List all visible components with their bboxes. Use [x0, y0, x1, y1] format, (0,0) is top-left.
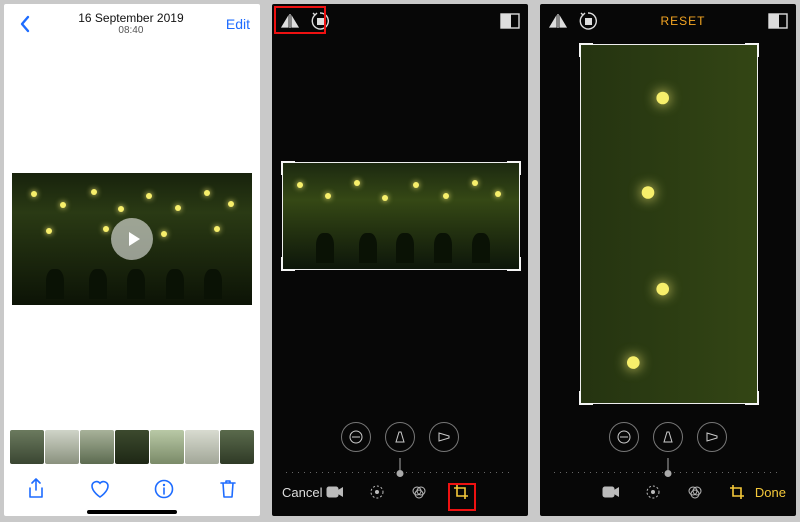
crop-handle[interactable] [745, 391, 759, 405]
filters-tab-icon[interactable] [409, 482, 429, 502]
flip-horizontal-icon[interactable] [548, 11, 568, 31]
photos-viewer-screen: 16 September 2019 08:40 Edit [4, 4, 260, 516]
trash-icon[interactable] [217, 478, 239, 500]
thumbnail[interactable] [115, 430, 149, 464]
aspect-ratio-icon[interactable] [768, 11, 788, 31]
perspective-vertical-icon[interactable] [653, 422, 683, 452]
crop-frame[interactable] [282, 162, 520, 270]
crop-handle[interactable] [579, 43, 593, 57]
crop-frame[interactable] [580, 44, 758, 404]
info-icon[interactable] [153, 478, 175, 500]
crop-tab-icon[interactable] [727, 482, 747, 502]
perspective-horizontal-icon[interactable] [697, 422, 727, 452]
thumbnail[interactable] [10, 430, 44, 464]
video-preview[interactable] [12, 173, 252, 305]
adjust-buttons [540, 422, 796, 452]
crop-handle[interactable] [507, 257, 521, 271]
crop-tab-icon[interactable] [451, 482, 471, 502]
date-label: 16 September 2019 [78, 11, 183, 25]
adjust-tab-icon[interactable] [643, 482, 663, 502]
filters-tab-icon[interactable] [685, 482, 705, 502]
crop-handle[interactable] [281, 161, 295, 175]
back-button[interactable] [14, 13, 36, 35]
crop-handle[interactable] [579, 391, 593, 405]
flip-horizontal-icon[interactable] [280, 11, 300, 31]
adjust-buttons [272, 422, 528, 452]
reset-button[interactable]: RESET [660, 14, 705, 28]
editor-header: RESET [540, 4, 796, 38]
crop-handle[interactable] [281, 257, 295, 271]
perspective-horizontal-icon[interactable] [429, 422, 459, 452]
thumbnail[interactable] [150, 430, 184, 464]
header: 16 September 2019 08:40 Edit [4, 4, 260, 44]
thumbnail-strip[interactable] [4, 430, 260, 464]
edit-button[interactable]: Edit [226, 16, 250, 32]
share-icon[interactable] [25, 478, 47, 500]
crop-canvas[interactable] [540, 38, 796, 418]
thumbnail[interactable] [80, 430, 114, 464]
thumbnail[interactable] [185, 430, 219, 464]
video-tab-icon[interactable] [325, 482, 345, 502]
crop-editor-portrait-screen: RESET [540, 4, 796, 516]
crop-handle[interactable] [507, 161, 521, 175]
crop-editor-landscape-screen: Cancel [272, 4, 528, 516]
aspect-ratio-icon[interactable] [500, 11, 520, 31]
video-tab-icon[interactable] [601, 482, 621, 502]
thumbnail[interactable] [220, 430, 254, 464]
cancel-button[interactable]: Cancel [282, 485, 322, 500]
rotate-icon[interactable] [310, 11, 330, 31]
done-button[interactable]: Done [755, 485, 786, 500]
adjust-tab-icon[interactable] [367, 482, 387, 502]
home-indicator[interactable] [87, 510, 177, 514]
media-viewport[interactable] [4, 44, 260, 434]
editor-bottom-bar: Done [540, 474, 796, 510]
rotate-icon[interactable] [578, 11, 598, 31]
crop-canvas[interactable] [272, 38, 528, 418]
play-icon[interactable] [111, 218, 153, 260]
time-label: 08:40 [78, 25, 183, 37]
editor-header [272, 4, 528, 38]
straighten-icon[interactable] [609, 422, 639, 452]
thumbnail[interactable] [45, 430, 79, 464]
editor-bottom-bar: Cancel [272, 474, 528, 510]
title-block: 16 September 2019 08:40 [78, 11, 183, 37]
crop-handle[interactable] [745, 43, 759, 57]
heart-icon[interactable] [89, 478, 111, 500]
bottom-toolbar [4, 474, 260, 504]
perspective-vertical-icon[interactable] [385, 422, 415, 452]
straighten-icon[interactable] [341, 422, 371, 452]
